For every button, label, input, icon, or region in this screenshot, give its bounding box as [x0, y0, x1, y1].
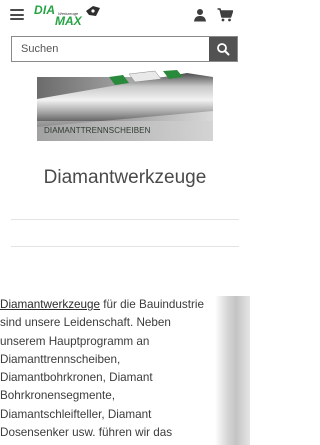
- hero-caption: DIAMANTTRENNSCHEIBEN: [44, 126, 151, 135]
- search-bar: [11, 36, 238, 62]
- cart-icon[interactable]: [217, 8, 233, 22]
- text-line: Bohrkronensegmente,: [0, 389, 115, 403]
- text-line: Diamantschleifteller, Diamant: [0, 407, 152, 421]
- logo-text-dia: DIA: [34, 3, 56, 17]
- header: DIA Werkzeuge MAX: [0, 0, 250, 30]
- text-fragment: für die Bauindustrie: [100, 298, 204, 311]
- menu-icon[interactable]: [10, 9, 24, 20]
- text-line: sind unsere Leidenschaft. Neben: [0, 316, 171, 330]
- text-line: unserem Hauptprogramm an: [0, 334, 150, 348]
- blade-logo-icon: [86, 6, 100, 16]
- divider: [11, 219, 239, 220]
- user-icon[interactable]: [193, 8, 207, 22]
- search-icon: [217, 43, 230, 56]
- intro-text: Diamantwerkzeuge für die Bauindustrie si…: [0, 296, 250, 442]
- hero-banner[interactable]: DIAMANTTRENNSCHEIBEN: [37, 69, 213, 141]
- diamantwerkzeuge-link[interactable]: Diamantwerkzeuge: [0, 298, 100, 311]
- text-line: Diamantbohrkronen, Diamant: [0, 371, 153, 385]
- logo-text-max: MAX: [55, 14, 82, 28]
- text-line: Dosensenker usw. führen wir das: [0, 426, 173, 440]
- search-input[interactable]: [12, 37, 208, 61]
- text-line: Diamantwerkzeuge für die Bauindustrie: [0, 296, 250, 314]
- page-title: Diamantwerkzeuge: [43, 167, 207, 188]
- text-line: Diamanttrennscheiben,: [0, 352, 121, 366]
- search-button[interactable]: [209, 37, 237, 61]
- divider: [11, 246, 239, 247]
- logo[interactable]: DIA Werkzeuge MAX: [33, 2, 103, 28]
